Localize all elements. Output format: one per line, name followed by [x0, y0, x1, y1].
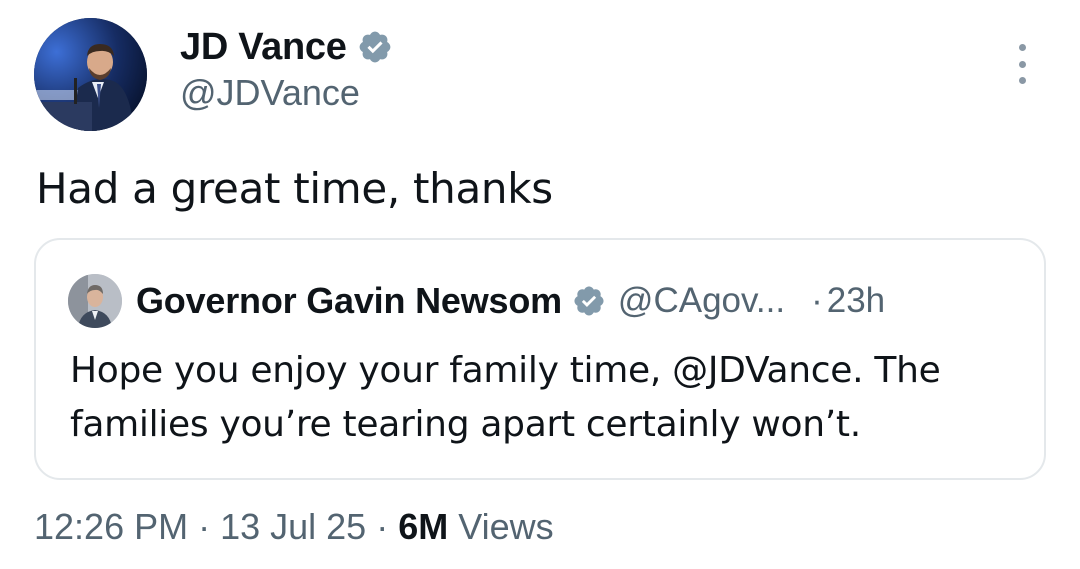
more-options-icon[interactable] — [1010, 44, 1034, 84]
tweet-date[interactable]: 13 Jul 25 — [220, 506, 366, 547]
author-avatar[interactable] — [34, 18, 147, 131]
tweet-meta: 12:26 PM · 13 Jul 25 · 6M Views — [34, 506, 554, 548]
quoted-timestamp[interactable]: 23h — [827, 281, 885, 321]
quoted-author-display-name: Governor Gavin Newsom — [136, 280, 562, 321]
verified-badge-icon — [574, 286, 604, 316]
meta-separator: · — [366, 506, 399, 547]
verified-badge-icon — [359, 31, 390, 63]
tweet-time[interactable]: 12:26 PM — [34, 506, 188, 547]
quoted-author-handle: @CAgov... — [617, 281, 786, 320]
tweet-header: JD Vance @JDVance — [34, 18, 1044, 134]
views-label: Views — [448, 506, 554, 547]
author-handle[interactable]: @JDVance — [180, 72, 393, 114]
views-count[interactable]: 6M — [398, 506, 448, 547]
author-names: JD Vance @JDVance — [180, 24, 393, 114]
quoted-tweet-text: Hope you enjoy your family time, @JDVanc… — [70, 350, 941, 445]
quoted-tweet-header: Governor Gavin Newsom @CAgov... · 23h — [68, 274, 885, 328]
tweet-text: Had a great time, thanks — [36, 164, 553, 213]
quoted-tweet[interactable]: Governor Gavin Newsom @CAgov... · 23h Ho… — [34, 238, 1046, 480]
quoted-author-avatar — [68, 274, 122, 328]
meta-separator: · — [188, 506, 221, 547]
quoted-time-separator: · — [811, 281, 823, 320]
person-portrait-icon — [68, 274, 122, 328]
author-display-name[interactable]: JD Vance — [180, 26, 347, 69]
person-at-podium-icon — [34, 18, 147, 131]
